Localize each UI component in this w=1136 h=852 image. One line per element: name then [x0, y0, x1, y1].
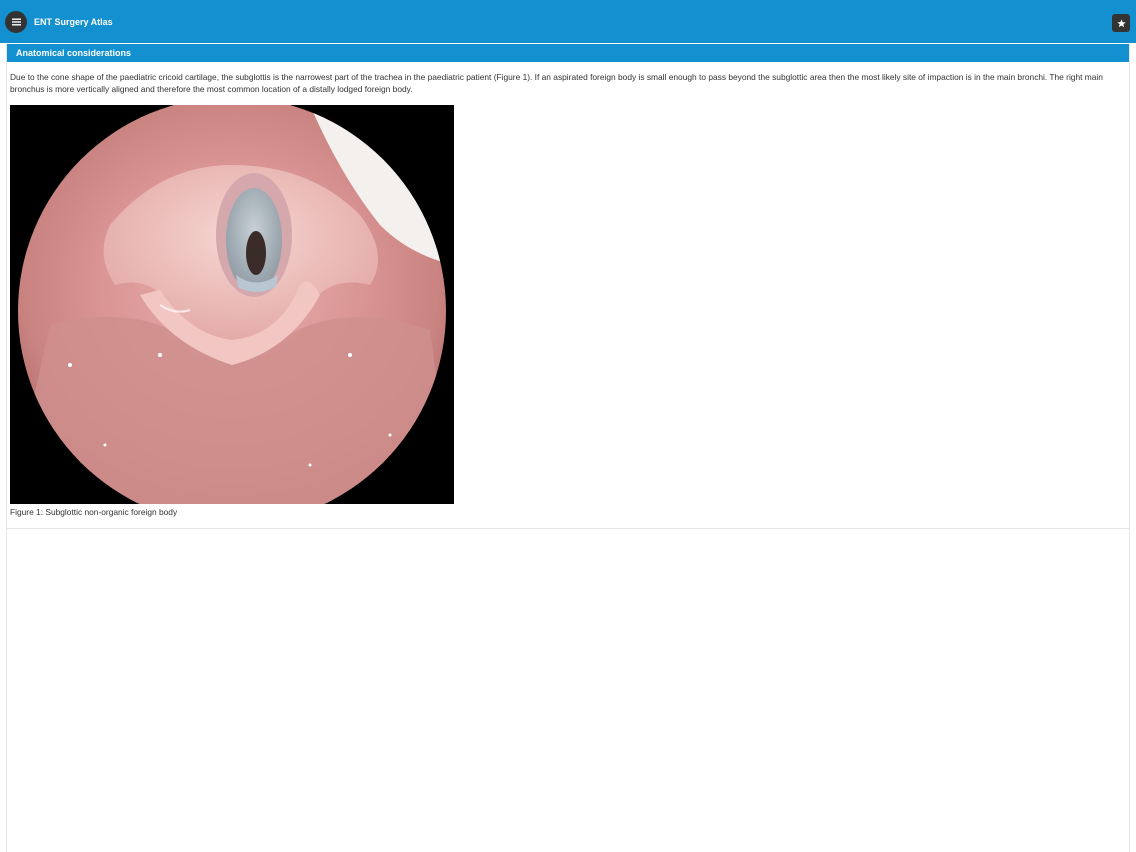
- section-card: Anatomical considerations Due to the con…: [7, 43, 1129, 529]
- app-title: ENT Surgery Atlas: [34, 17, 113, 27]
- section-header: Anatomical considerations: [7, 44, 1129, 62]
- favorite-button[interactable]: [1112, 14, 1130, 32]
- hamburger-menu-icon: [11, 18, 21, 26]
- menu-button[interactable]: [5, 11, 27, 33]
- star-icon: [1116, 18, 1126, 27]
- app-header: ENT Surgery Atlas: [0, 0, 1136, 43]
- figure-caption: Figure 1: Subglottic non-organic foreign…: [10, 507, 178, 517]
- section-title: Anatomical considerations: [16, 48, 132, 58]
- section-body-text: Due to the cone shape of the paediatric …: [10, 72, 1103, 94]
- endoscopy-photo: [10, 105, 454, 504]
- content-panel: Anatomical considerations Due to the con…: [6, 43, 1130, 852]
- figure-image: [10, 105, 454, 504]
